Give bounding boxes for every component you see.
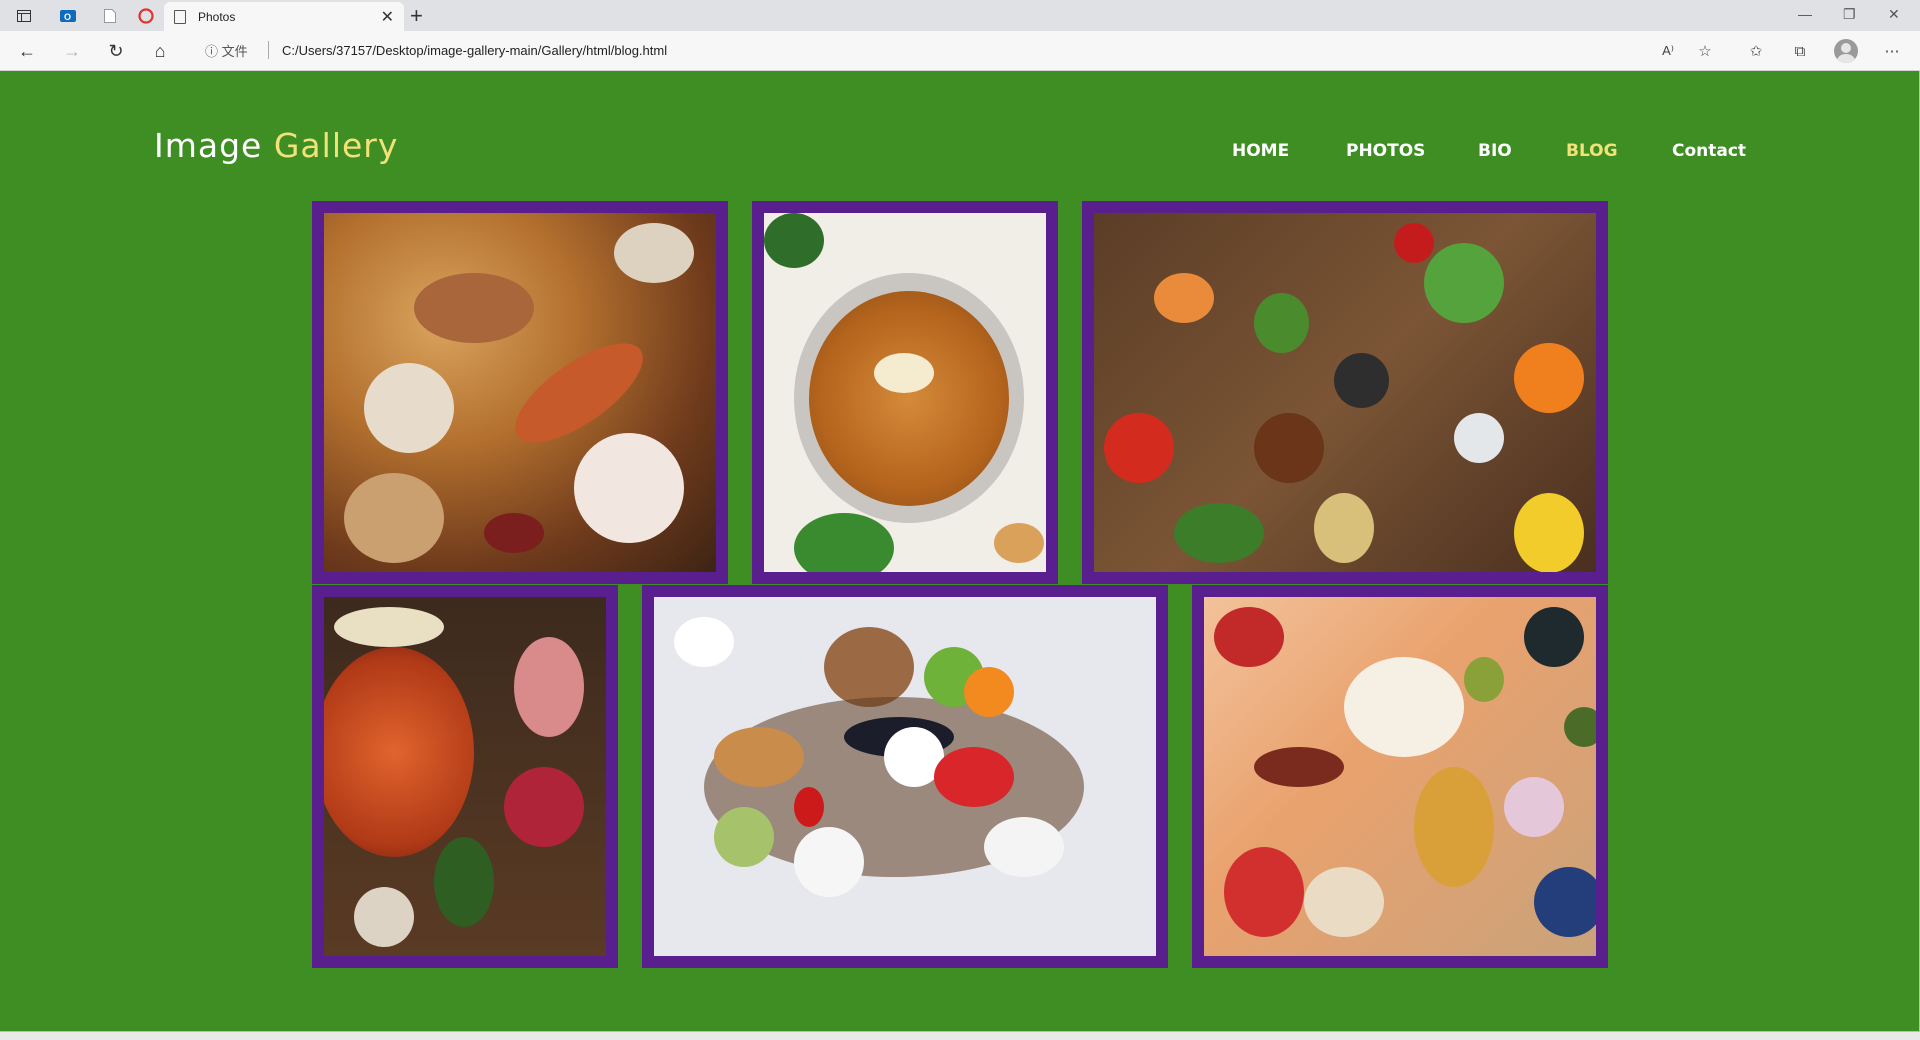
photo-frame-healthy-foods[interactable] <box>642 585 1168 968</box>
close-window-icon[interactable]: ✕ <box>1888 6 1900 23</box>
url-scheme-label: 文件 <box>221 44 248 59</box>
logo-accent: Gallery <box>273 126 399 165</box>
pinned-tab-icon[interactable] <box>98 5 122 27</box>
photo-holiday-feast[interactable] <box>324 213 716 572</box>
address-bar[interactable]: C:/Users/37157/Desktop/image-gallery-mai… <box>282 43 667 58</box>
forward-icon[interactable]: → <box>59 39 85 63</box>
avatar[interactable] <box>1834 39 1858 63</box>
collections-icon[interactable]: ⧉ <box>1788 40 1812 62</box>
home-icon[interactable]: ⌂ <box>147 39 173 63</box>
photo-frame-vegetables-spread[interactable] <box>1082 201 1608 584</box>
new-tab-icon[interactable]: + <box>410 3 423 29</box>
read-aloud-icon[interactable]: A⁾ <box>1656 40 1680 62</box>
site-logo[interactable]: Image Gallery <box>154 126 398 165</box>
tab-title: Photos <box>198 9 236 24</box>
more-icon[interactable]: ⋯ <box>1880 40 1904 62</box>
photo-hotpot-meats[interactable] <box>324 597 606 956</box>
photo-frame-fruits-donuts[interactable] <box>1192 585 1608 968</box>
logo-main: Image <box>154 126 263 165</box>
refresh-icon[interactable]: ↻ <box>103 39 129 63</box>
photo-healthy-foods[interactable] <box>654 597 1156 956</box>
photo-stew-bowl[interactable] <box>764 213 1046 572</box>
nav-home[interactable]: HOME <box>1232 141 1289 161</box>
url-separator <box>268 41 269 59</box>
favorites-icon[interactable]: ✩ <box>1744 40 1768 62</box>
page-icon <box>174 9 186 24</box>
photo-frame-stew-bowl[interactable] <box>752 201 1058 584</box>
window-bottom-bar <box>0 1031 1920 1040</box>
favorite-add-icon[interactable]: ☆ <box>1693 40 1717 62</box>
nav-bio[interactable]: BIO <box>1478 141 1512 161</box>
svg-text:O: O <box>64 12 71 22</box>
photo-frame-holiday-feast[interactable] <box>312 201 728 584</box>
back-icon[interactable]: ← <box>14 39 40 63</box>
browser-toolbar: ← → ↻ ⌂ ⓘ 文件 C:/Users/37157/Desktop/imag… <box>0 31 1920 71</box>
active-tab[interactable]: Photos ✕ <box>164 2 404 31</box>
outlook-icon[interactable]: O <box>56 5 80 27</box>
photo-fruits-donuts[interactable] <box>1204 597 1596 956</box>
nav-blog[interactable]: BLOG <box>1566 141 1618 161</box>
opera-icon[interactable] <box>134 5 158 27</box>
page-content: Image Gallery HOME PHOTOS BIO BLOG Conta… <box>0 71 1920 1031</box>
nav-contact[interactable]: Contact <box>1672 141 1746 161</box>
photo-vegetables-spread[interactable] <box>1094 213 1596 572</box>
tab-actions-icon[interactable] <box>12 5 36 27</box>
photo-frame-hotpot-meats[interactable] <box>312 585 618 968</box>
info-icon[interactable]: ⓘ 文件 <box>205 41 248 60</box>
close-tab-icon[interactable]: ✕ <box>381 7 394 27</box>
browser-tabstrip: O Photos ✕ + — ❐ ✕ <box>0 0 1920 31</box>
restore-icon[interactable]: ❐ <box>1843 6 1856 23</box>
nav-photos[interactable]: PHOTOS <box>1346 141 1425 161</box>
minimize-icon[interactable]: — <box>1798 6 1812 22</box>
